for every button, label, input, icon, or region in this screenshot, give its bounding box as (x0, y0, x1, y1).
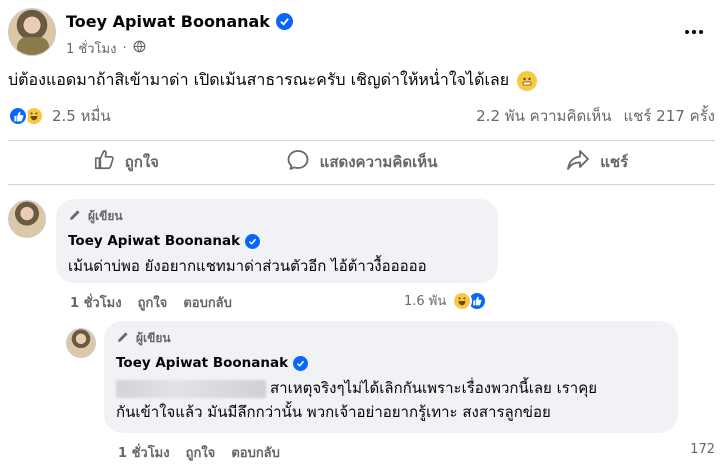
comment-label: แสดงความคิดเห็น (319, 153, 438, 171)
verified-badge-icon (293, 355, 309, 371)
author-badge-label: ผู้เขียน (136, 330, 171, 345)
pencil-icon (68, 208, 82, 225)
comment-bubble: ผู้เขียน Toey Apiwat Boonanak เม้นด่าบ่พ… (56, 199, 498, 283)
pencil-icon (116, 330, 130, 347)
verified-badge-icon (275, 13, 293, 30)
grimace-emoji-icon (517, 70, 538, 91)
post-stats: 2.5 หมื่น 2.2 พัน ความคิดเห็น แชร์ 217 ค… (8, 104, 715, 128)
comment-author[interactable]: Toey Apiwat Boonanak (68, 233, 240, 249)
globe-icon (133, 40, 146, 57)
comment-like-button[interactable]: ถูกใจ (138, 292, 168, 313)
reply-bubble: ผู้เขียน Toey Apiwat Boonanak สาเหตุจริง… (104, 321, 678, 433)
author-badge: ผู้เขียน (68, 207, 486, 225)
comment-reaction-count: 1.6 พัน (404, 294, 447, 309)
comment-button[interactable]: แสดงความคิดเห็น (244, 140, 480, 184)
comment-author-row: Toey Apiwat Boonanak (68, 233, 486, 249)
like-button[interactable]: ถูกใจ (8, 140, 244, 184)
meta-separator: · (122, 41, 127, 56)
reaction-summary[interactable]: 2.5 หมื่น (8, 104, 111, 128)
reply-avatar[interactable] (66, 328, 96, 358)
comment-time[interactable]: 1 ชั่วโมง (70, 292, 122, 313)
post-meta: 1 ชั่วโมง · (66, 38, 146, 59)
reply-line-1: สาเหตุจริงๆไม่ได้เลิกกันเพราะเรื่องพวกนี… (270, 379, 598, 397)
verified-badge-icon (245, 233, 261, 249)
share-button[interactable]: แชร์ (479, 140, 715, 184)
more-icon (685, 30, 689, 34)
reply-author-row: Toey Apiwat Boonanak (116, 355, 666, 371)
like-icon (93, 149, 115, 175)
author-row: Toey Apiwat Boonanak (66, 12, 293, 31)
haha-icon (452, 290, 473, 311)
comment-reactions[interactable]: 1.6 พัน (404, 290, 488, 311)
reply-text: สาเหตุจริงๆไม่ได้เลิกกันเพราะเรื่องพวกนี… (116, 376, 666, 424)
comment-count[interactable]: 2.2 พัน ความคิดเห็น (476, 104, 611, 128)
post-text: บ่ต้องแอดมาถ้าสิเข้ามาด่า เปิดเม้นสาธารณ… (8, 68, 538, 93)
divider-bottom (8, 184, 715, 185)
share-count[interactable]: แชร์ 217 ครั้ง (624, 104, 716, 128)
reply-time[interactable]: 1 ชั่วโมง (118, 442, 170, 463)
reply-reaction-count[interactable]: 172 (690, 442, 715, 457)
comment-reply-button[interactable]: ตอบกลับ (183, 292, 232, 313)
comment-icon (286, 148, 310, 176)
author-name[interactable]: Toey Apiwat Boonanak (66, 12, 270, 31)
more-options-button[interactable] (679, 22, 709, 42)
like-reaction-icon (8, 106, 28, 126)
post-header: Toey Apiwat Boonanak 1 ชั่วโมง · (8, 8, 715, 60)
comment-text: เม้นด่าบ่พอ ยังอยากแชทมาด่าส่วนตัวอีก ไอ… (68, 257, 427, 275)
reply-author[interactable]: Toey Apiwat Boonanak (116, 355, 288, 371)
reply-like-button[interactable]: ถูกใจ (186, 442, 216, 463)
reply-meta: 1 ชั่วโมง ถูกใจ ตอบกลับ (118, 442, 280, 463)
post-body: บ่ต้องแอดมาถ้าสิเข้ามาด่า เปิดเม้นสาธารณ… (8, 70, 510, 89)
redacted-text (116, 379, 266, 398)
share-icon (566, 149, 590, 175)
reply-line-2: กันเข้าใจแล้ว มันมีลึกกว่านั้น พวกเจ้าอย… (116, 403, 551, 421)
post-action-bar: ถูกใจ แสดงความคิดเห็น แชร์ (8, 140, 715, 184)
comment-meta: 1 ชั่วโมง ถูกใจ ตอบกลับ (70, 292, 232, 313)
author-badge-label: ผู้เขียน (88, 208, 123, 223)
author-badge: ผู้เขียน (116, 329, 666, 347)
author-avatar[interactable] (8, 8, 56, 56)
like-label: ถูกใจ (124, 153, 159, 171)
reply-reply-button[interactable]: ตอบกลับ (231, 442, 280, 463)
share-label: แชร์ (600, 153, 629, 171)
comment-avatar[interactable] (8, 200, 46, 238)
post-time[interactable]: 1 ชั่วโมง (66, 38, 116, 59)
reaction-count: 2.5 หมื่น (52, 107, 111, 125)
engagement-counts: 2.2 พัน ความคิดเห็น แชร์ 217 ครั้ง (476, 104, 715, 128)
